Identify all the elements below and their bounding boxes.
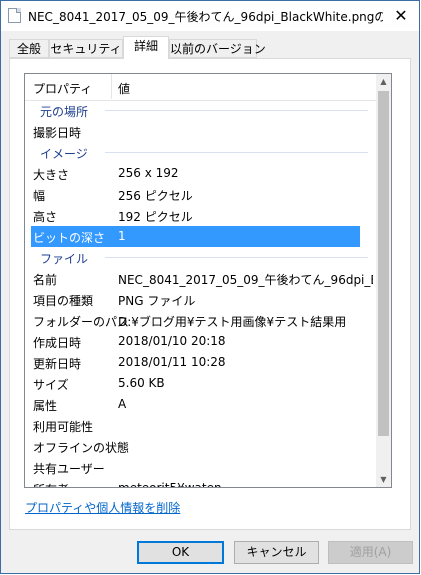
remove-properties-link[interactable]: プロパティや個人情報を削除	[25, 499, 180, 516]
property-row[interactable]: サイズ 5.60 KB	[25, 373, 378, 394]
group-header[interactable]: ファイル	[25, 247, 378, 268]
scroll-thumb[interactable]	[378, 91, 389, 436]
property-row[interactable]: ビットの深さ 1	[31, 226, 360, 247]
property-name: オフラインの状態	[33, 441, 130, 455]
property-name: 撮影日時	[33, 126, 82, 140]
group-label: ファイル	[40, 252, 89, 266]
column-header-value[interactable]: 値	[118, 80, 130, 97]
property-name: 共有ユーザー	[33, 462, 105, 476]
group-header[interactable]: イメージ	[25, 142, 378, 163]
property-name: 高さ	[33, 210, 58, 224]
column-divider[interactable]	[111, 74, 112, 99]
group-divider	[105, 152, 368, 153]
property-name: 属性	[33, 399, 58, 413]
property-row[interactable]: オフラインの状態	[25, 436, 378, 457]
list-header: プロパティ 値	[25, 74, 378, 101]
title-bar: NEC_8041_2017_05_09_午後わてん_96dpi_BlackWhi…	[1, 1, 419, 31]
scroll-down-icon[interactable]: ▼	[376, 472, 391, 487]
property-value: meteorit5¥waten	[118, 481, 222, 488]
tab-details[interactable]: 詳細	[123, 36, 169, 59]
property-name: 大きさ	[33, 168, 70, 182]
details-panel: プロパティ 値 元の場所撮影日時イメージ大きさ 256 x 192 幅 256 ピクセ…	[9, 58, 411, 530]
vertical-scrollbar[interactable]: ▲ ▼	[376, 74, 391, 487]
property-value: D:¥ブログ用¥テスト用画像¥テスト結果用	[118, 315, 347, 329]
property-name: 利用可能性	[33, 420, 94, 434]
property-value: PNG ファイル	[118, 294, 196, 308]
property-value: 256 x 192	[118, 166, 179, 180]
property-name: 作成日時	[33, 336, 82, 350]
list-rows: 元の場所撮影日時イメージ大きさ 256 x 192 幅 256 ピクセル高さ 192 ピ…	[25, 100, 378, 488]
property-value: 2018/01/10 20:18	[118, 334, 226, 348]
ok-button[interactable]: OK	[137, 541, 224, 564]
property-value: 1	[118, 229, 126, 243]
property-row[interactable]: フォルダーのパス D:¥ブログ用¥テスト用画像¥テスト結果用	[25, 310, 378, 331]
tab-general[interactable]: 全般	[9, 39, 49, 58]
tab-security[interactable]: セキュリティ	[49, 39, 123, 58]
group-label: 元の場所	[40, 105, 89, 119]
property-name: 項目の種類	[33, 294, 94, 308]
property-row[interactable]: 高さ 192 ピクセル	[25, 205, 378, 226]
property-row[interactable]: 共有ユーザー	[25, 457, 378, 478]
property-row[interactable]: 所有者 meteorit5¥waten	[25, 478, 378, 488]
property-row[interactable]: 撮影日時	[25, 121, 378, 142]
window-title: NEC_8041_2017_05_09_午後わてん_96dpi_BlackWhi…	[28, 10, 383, 24]
property-row[interactable]: 属性 A	[25, 394, 378, 415]
property-name: 更新日時	[33, 357, 82, 371]
property-value: 5.60 KB	[118, 376, 165, 390]
property-list[interactable]: プロパティ 値 元の場所撮影日時イメージ大きさ 256 x 192 幅 256 ピクセ…	[24, 73, 392, 488]
property-row[interactable]: 作成日時 2018/01/10 20:18	[25, 331, 378, 352]
file-icon	[8, 8, 21, 23]
apply-button[interactable]: 適用(A)	[328, 541, 413, 564]
property-row[interactable]: 名前 NEC_8041_2017_05_09_午後わてん_96dpi_Bla...	[25, 268, 378, 289]
close-icon[interactable]: ✕	[387, 4, 415, 28]
property-name: フォルダーのパス	[33, 315, 130, 329]
property-row[interactable]: 大きさ 256 x 192	[25, 163, 378, 184]
scroll-up-icon[interactable]: ▲	[376, 74, 391, 89]
cancel-button[interactable]: キャンセル	[234, 541, 319, 564]
property-name: 名前	[33, 273, 58, 287]
group-divider	[105, 110, 368, 111]
group-divider	[105, 257, 368, 258]
group-label: イメージ	[40, 147, 88, 161]
tab-previous-versions[interactable]: 以前のバージョン	[169, 39, 266, 58]
column-header-property[interactable]: プロパティ	[33, 80, 92, 97]
property-value: 2018/01/11 10:28	[118, 355, 226, 369]
property-value: NEC_8041_2017_05_09_午後わてん_96dpi_Bla...	[118, 273, 373, 287]
property-name: 幅	[33, 189, 46, 203]
property-row[interactable]: 利用可能性	[25, 415, 378, 436]
property-value: A	[118, 397, 127, 411]
property-value: 256 ピクセル	[118, 189, 193, 203]
property-row[interactable]: 項目の種類 PNG ファイル	[25, 289, 378, 310]
property-row[interactable]: 更新日時 2018/01/11 10:28	[25, 352, 378, 373]
property-row[interactable]: 幅 256 ピクセル	[25, 184, 378, 205]
property-value: 192 ピクセル	[118, 210, 193, 224]
group-header[interactable]: 元の場所	[25, 100, 378, 121]
property-name: サイズ	[33, 378, 69, 392]
properties-dialog: NEC_8041_2017_05_09_午後わてん_96dpi_BlackWhi…	[0, 0, 420, 574]
property-name: ビットの深さ	[33, 231, 106, 245]
property-name: 所有者	[33, 481, 69, 487]
